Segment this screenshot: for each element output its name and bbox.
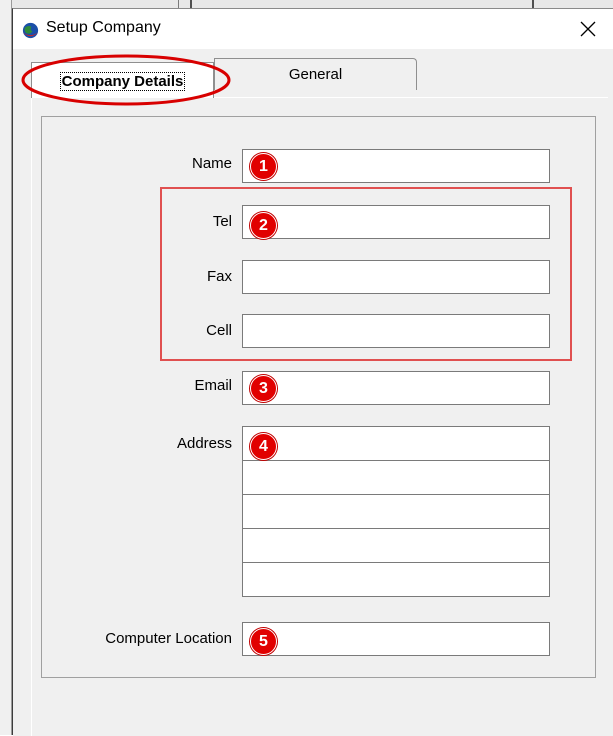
address-line-4[interactable] — [242, 528, 550, 563]
title-bar: Setup Company — [13, 9, 613, 49]
badge-4: 4 — [250, 433, 277, 460]
background-window-edge — [0, 0, 12, 735]
badge-1: 1 — [250, 153, 277, 180]
name-label: Name — [191, 155, 232, 172]
address-line-3[interactable] — [242, 494, 550, 529]
address-line-1[interactable] — [242, 426, 550, 461]
computer-location-label: Computer Location — [105, 630, 232, 647]
company-details-page: Name 1 Tel 2 Fax Cell Email 3 Address 4 … — [31, 97, 608, 736]
cell-label: Cell — [206, 322, 232, 339]
tab-company-details-label: Company Details — [59, 72, 186, 91]
address-label: Address — [176, 435, 232, 452]
fax-field[interactable] — [242, 260, 550, 294]
dialog-client-area: Company Details General Name 1 Tel 2 Fax — [13, 49, 613, 736]
badge-5: 5 — [250, 628, 277, 655]
tab-company-details[interactable]: Company Details — [31, 62, 214, 98]
computer-location-field[interactable] — [242, 622, 550, 656]
badge-3: 3 — [250, 375, 277, 402]
email-field[interactable] — [242, 371, 550, 405]
fax-label: Fax — [206, 268, 232, 285]
tab-general-label: General — [288, 66, 343, 83]
setup-company-dialog: Setup Company Company Details General Na… — [12, 8, 613, 736]
address-line-2[interactable] — [242, 460, 550, 495]
badge-2: 2 — [250, 212, 277, 239]
email-label: Email — [194, 377, 232, 394]
close-icon — [580, 21, 596, 37]
cell-field[interactable] — [242, 314, 550, 348]
tel-label: Tel — [212, 213, 232, 230]
name-field[interactable] — [242, 149, 550, 183]
globe-app-icon — [21, 21, 40, 40]
tel-field[interactable] — [242, 205, 550, 239]
close-button[interactable] — [568, 12, 608, 46]
dialog-title: Setup Company — [46, 19, 161, 36]
address-line-5[interactable] — [242, 562, 550, 597]
tab-general[interactable]: General — [214, 58, 417, 90]
